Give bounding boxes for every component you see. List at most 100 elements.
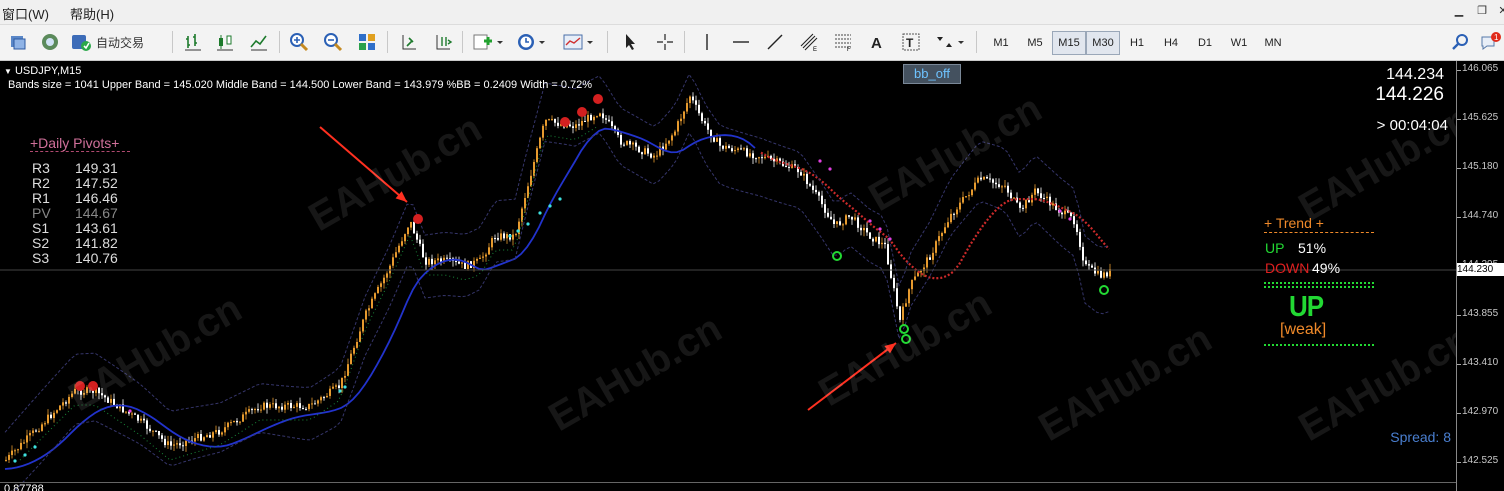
- timeframe-d1[interactable]: D1: [1188, 31, 1222, 55]
- signal-dot: [558, 197, 562, 201]
- candle-body: [455, 260, 457, 262]
- vertical-line-icon[interactable]: [694, 30, 720, 54]
- candle-body: [515, 234, 517, 236]
- candle-body: [512, 234, 514, 240]
- candle-body: [491, 238, 493, 248]
- upper-band-line: [4, 73, 1110, 433]
- pivot-label: PV: [32, 205, 51, 221]
- chart-shift-icon[interactable]: [396, 30, 422, 54]
- notification-icon[interactable]: 1: [1478, 30, 1502, 54]
- candle-body: [1088, 264, 1090, 266]
- trendline-icon[interactable]: [762, 30, 788, 54]
- price-axis-label: 142.525: [1462, 455, 1499, 466]
- candle-body: [845, 215, 847, 225]
- candle-body: [602, 113, 604, 119]
- timeframe-m5[interactable]: M5: [1018, 31, 1052, 55]
- candle-body: [299, 403, 301, 409]
- candle-body: [365, 310, 367, 320]
- toolbar-separator: [279, 31, 280, 53]
- minimize-icon[interactable]: ▁: [1448, 2, 1470, 20]
- menu-help[interactable]: 帮助(H): [70, 4, 114, 23]
- candle-body: [746, 148, 748, 157]
- indicators-dropdown-icon[interactable]: [470, 30, 506, 54]
- timeframe-m30[interactable]: M30: [1086, 31, 1120, 55]
- close-icon[interactable]: ✕: [1492, 2, 1504, 20]
- horizontal-line-icon[interactable]: [728, 30, 754, 54]
- candle-body: [317, 400, 319, 404]
- timeframe-w1[interactable]: W1: [1222, 31, 1256, 55]
- market-watch-icon[interactable]: [38, 30, 62, 54]
- buy-signal-icon: [832, 251, 842, 261]
- candle-body: [1019, 202, 1021, 208]
- candlestick-icon[interactable]: [212, 30, 238, 54]
- crosshair-icon[interactable]: [652, 30, 678, 54]
- arrows-dropdown-icon[interactable]: [932, 30, 968, 54]
- periods-dropdown-icon[interactable]: [514, 30, 550, 54]
- line-chart-icon[interactable]: [246, 30, 272, 54]
- sell-signal-icon: [413, 214, 423, 224]
- candle-body: [635, 142, 637, 147]
- pivot-label: S3: [32, 250, 50, 266]
- candle-body: [1100, 270, 1102, 278]
- signal-dot: [526, 222, 530, 226]
- pivot-value: 144.67: [75, 205, 118, 221]
- candle-body: [245, 411, 247, 415]
- candle-body: [671, 135, 673, 141]
- candle-body: [764, 156, 766, 159]
- candle-body: [599, 113, 601, 117]
- candle-body: [650, 153, 652, 158]
- fibonacci-icon[interactable]: F: [830, 30, 856, 54]
- candle-body: [140, 418, 142, 421]
- auto-trading-button[interactable]: 自动交易: [70, 30, 166, 54]
- indicator-info-line: Bands size = 1041 Upper Band = 145.020 M…: [8, 79, 593, 91]
- candle-body: [257, 409, 259, 411]
- tile-windows-icon[interactable]: [354, 30, 380, 54]
- chart-area[interactable]: EAHub.cn EAHub.cn EAHub.cn EAHub.cn EAHu…: [0, 61, 1504, 491]
- candle-body: [17, 449, 19, 451]
- restore-icon[interactable]: ❐: [1471, 2, 1493, 20]
- cursor-icon[interactable]: [617, 30, 643, 54]
- bb-off-button[interactable]: bb_off: [903, 64, 961, 84]
- timeframe-m15[interactable]: M15: [1052, 31, 1086, 55]
- bar-chart-icon[interactable]: [180, 30, 206, 54]
- buy-signal-icon: [1099, 285, 1109, 295]
- candle-body: [134, 413, 136, 415]
- candle-body: [335, 385, 337, 387]
- candle-body: [629, 140, 631, 145]
- candle-body: [728, 145, 730, 149]
- candle-body: [137, 414, 139, 421]
- text-label-icon[interactable]: T: [898, 30, 924, 54]
- menu-window[interactable]: 窗口(W): [2, 4, 49, 23]
- candle-body: [305, 408, 307, 410]
- timeframe-m1[interactable]: M1: [984, 31, 1018, 55]
- candle-body: [281, 406, 283, 410]
- equidistant-channel-icon[interactable]: E: [796, 30, 822, 54]
- candle-body: [434, 260, 436, 265]
- timeframe-h4[interactable]: H4: [1154, 31, 1188, 55]
- timeframe-mn[interactable]: MN: [1256, 31, 1290, 55]
- candle-body: [887, 244, 889, 265]
- candle-body: [1103, 272, 1105, 278]
- zoom-in-icon[interactable]: [286, 30, 312, 54]
- candle-body: [839, 221, 841, 225]
- zoom-out-icon[interactable]: [320, 30, 346, 54]
- candle-body: [1085, 260, 1087, 265]
- search-icon[interactable]: [1448, 30, 1472, 54]
- candle-body: [881, 242, 883, 245]
- candle-body: [158, 430, 160, 436]
- candle-body: [557, 122, 559, 126]
- candle-body: [464, 262, 466, 269]
- candle-body: [398, 245, 400, 253]
- text-icon[interactable]: A: [864, 30, 890, 54]
- profiles-icon[interactable]: [6, 30, 30, 54]
- timeframe-h1[interactable]: H1: [1120, 31, 1154, 55]
- candle-body: [1073, 216, 1075, 225]
- candle-body: [143, 418, 145, 421]
- auto-scroll-icon[interactable]: [430, 30, 456, 54]
- templates-dropdown-icon[interactable]: [560, 30, 598, 54]
- candle-body: [827, 212, 829, 217]
- candle-body: [953, 213, 955, 215]
- candle-body: [383, 277, 385, 284]
- candle-body: [476, 258, 478, 261]
- candle-body: [53, 412, 55, 419]
